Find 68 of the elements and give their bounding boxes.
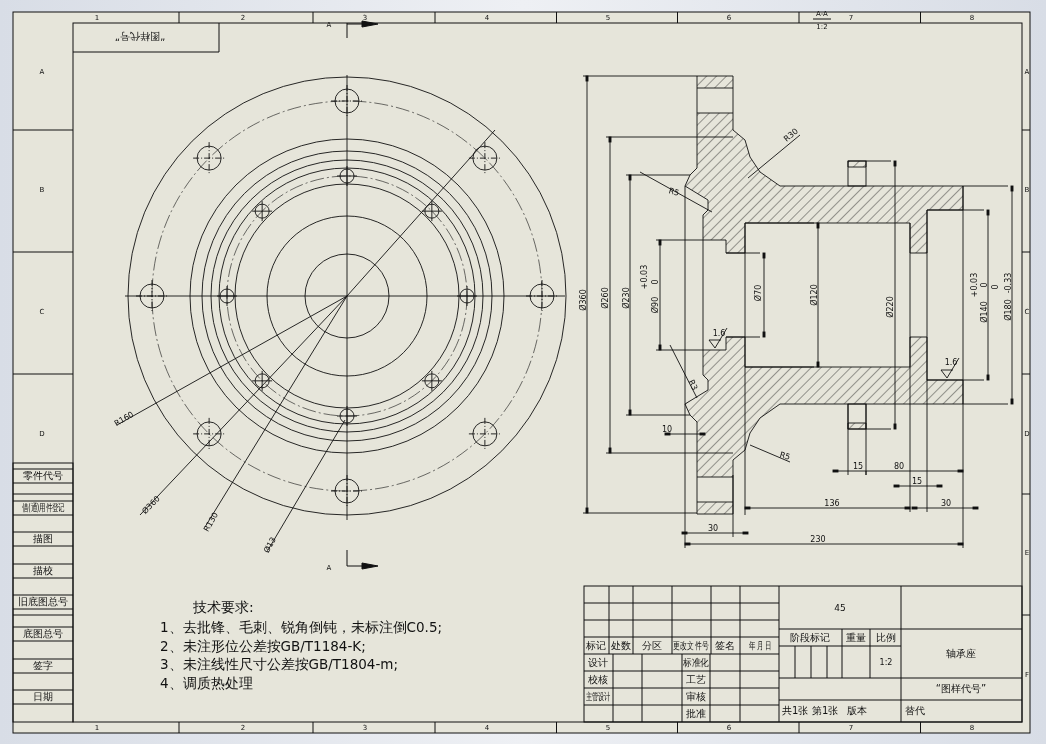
title-block-label: 批准	[686, 708, 706, 719]
stamp-text: “图样代号”	[114, 31, 166, 42]
title-block-label: 比例	[876, 632, 896, 643]
dimension-label: 15	[911, 476, 923, 486]
table-label: 日期	[33, 691, 53, 702]
dimension-label: Ø70	[753, 284, 763, 302]
title-block-label: 处数	[611, 640, 631, 651]
drawing-number: “图样代号”	[935, 683, 987, 694]
dimension-label: R5	[667, 186, 681, 198]
dimension-label: R5	[778, 450, 792, 462]
dimension-label: 30	[707, 523, 719, 533]
table-label: 签字	[33, 660, 53, 671]
scale-value: 1:2	[879, 657, 893, 667]
title-block-label: 替代	[905, 705, 925, 716]
title-block-label: 标准化	[683, 656, 709, 668]
title-block-label: 设计	[588, 657, 608, 668]
title-block-label: 更改文件号	[673, 639, 709, 652]
dimension-label: 136	[824, 498, 840, 508]
title-block-label: 主管设计	[586, 690, 610, 703]
title-block-label: 版本	[847, 705, 867, 716]
requirement-item: 1、去批锋、毛刺、锐角倒钝，未标注倒C0.5;	[160, 619, 443, 635]
title-block-label: 阶段标记	[790, 632, 830, 643]
title-block-label: 共1张	[782, 705, 809, 716]
table-label: 借(通)用件登记	[21, 501, 65, 514]
dimension-label: +0.03	[969, 272, 979, 298]
requirements-title: 技术要求:	[193, 599, 254, 615]
dimension-label: 15	[852, 461, 864, 471]
dimension-label: 30	[940, 498, 952, 508]
section-arrow	[346, 549, 379, 570]
dimension-label: Ø220	[885, 296, 895, 318]
title-block-label: 标记	[586, 640, 606, 651]
dimension-label: Ø230	[621, 287, 631, 309]
table-label: 旧底图总号	[18, 596, 68, 607]
dimension-label: Ø180	[1003, 299, 1013, 321]
dimension-label: Ø90	[650, 296, 660, 314]
title-block-label: 年 月 日	[748, 639, 772, 652]
roughness-label: 1.6	[712, 328, 726, 338]
dimension-label: Ø360	[578, 289, 588, 311]
dimension-label: 230	[810, 534, 826, 544]
roughness-label: 1.6	[944, 357, 958, 367]
title-block-label: 签名	[715, 640, 735, 651]
dimension-label: R3	[686, 378, 700, 392]
title-block-label: 第1张	[812, 705, 839, 716]
dimension-label: Ø260	[600, 287, 610, 309]
dimension-label: +0.03	[639, 264, 649, 290]
material-label: 45	[834, 602, 846, 613]
table-label: 零件代号	[23, 470, 63, 481]
title-block-label: 校核	[588, 674, 608, 685]
title-block-label: 重量	[846, 632, 866, 643]
dimension-label: -0.33	[1003, 272, 1013, 294]
requirement-item: 4、调质热处理	[160, 674, 253, 691]
table-label: 描校	[33, 565, 53, 576]
requirement-item: 3、未注线性尺寸公差按GB/T1804-m;	[160, 656, 399, 672]
title-block-label: 工艺	[686, 674, 706, 685]
dimension-label: 0	[979, 282, 989, 288]
dimension-label: Ø140	[979, 301, 989, 323]
table-label: 描图	[33, 533, 53, 544]
dimension-label: Ø120	[809, 284, 819, 306]
table-label: 底图总号	[23, 628, 63, 639]
requirement-item: 2、未注形位公差按GB/T1184-K;	[160, 637, 366, 654]
dimension-label: 80	[893, 461, 905, 471]
dimension-label: 0	[990, 284, 1000, 290]
title-block-label: 分区	[642, 640, 662, 651]
part-name: 轴承座	[946, 648, 976, 659]
dimension-label: 10	[661, 424, 673, 434]
title-block-label: 审核	[686, 691, 706, 702]
dimension-label: 0	[650, 279, 660, 285]
dimension-label: Ø13	[262, 535, 278, 555]
